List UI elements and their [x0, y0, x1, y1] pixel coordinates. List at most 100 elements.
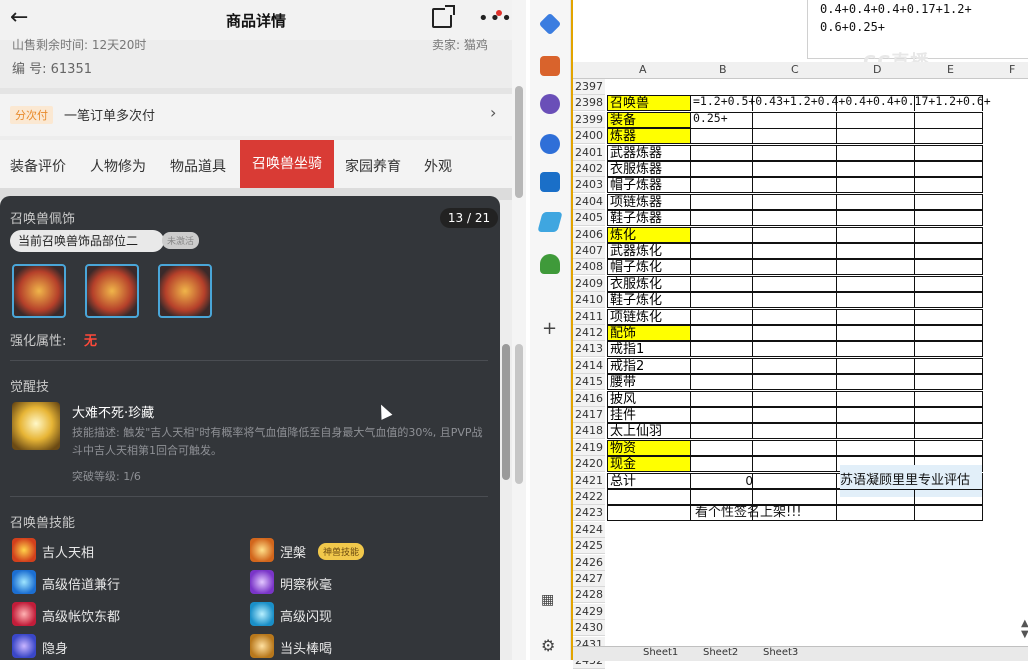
window-scrollbar[interactable]: [512, 0, 526, 660]
cell[interactable]: [753, 177, 837, 194]
cell[interactable]: [753, 423, 837, 440]
cell[interactable]: [837, 423, 915, 440]
cell[interactable]: [837, 226, 915, 243]
cell[interactable]: [837, 325, 915, 341]
cell[interactable]: [753, 374, 837, 391]
toolbox-icon[interactable]: [540, 56, 560, 76]
cell-a[interactable]: 帽子炼化: [607, 259, 691, 276]
cell[interactable]: [837, 275, 915, 292]
cell[interactable]: [837, 177, 915, 194]
cell[interactable]: [915, 177, 983, 194]
cell[interactable]: [915, 374, 983, 391]
cell[interactable]: [837, 292, 915, 309]
cell-a[interactable]: 总计: [607, 472, 691, 489]
add-icon[interactable]: +: [542, 318, 557, 339]
cell[interactable]: [837, 259, 915, 276]
cell-a[interactable]: 炼化: [607, 226, 691, 243]
gear-icon[interactable]: ⚙: [541, 636, 555, 655]
row-number[interactable]: 2416: [573, 390, 605, 407]
tree-icon[interactable]: [540, 254, 560, 274]
cell[interactable]: [837, 489, 915, 505]
sheet-tab[interactable]: Sheet2: [703, 647, 738, 658]
tab-character-cultivation[interactable]: 人物修为: [90, 156, 146, 176]
cell[interactable]: [691, 226, 753, 243]
cell[interactable]: [837, 390, 915, 407]
cell[interactable]: [753, 210, 837, 227]
cell-a[interactable]: 配饰: [607, 325, 691, 341]
share-icon[interactable]: [432, 5, 455, 28]
cell-a[interactable]: 鞋子炼器: [607, 210, 691, 227]
accessory-crown-icon[interactable]: [85, 264, 139, 318]
row-number[interactable]: 2405: [573, 210, 605, 227]
cell[interactable]: [753, 341, 837, 358]
sheet-tab[interactable]: Sheet1: [643, 647, 678, 658]
more-menu-icon[interactable]: •••: [478, 8, 512, 29]
row-number[interactable]: 2420: [573, 456, 605, 473]
skill-insight-icon[interactable]: [250, 570, 274, 594]
cell[interactable]: [915, 390, 983, 407]
cell[interactable]: [691, 210, 753, 227]
column-header[interactable]: E: [947, 63, 954, 76]
row-number[interactable]: 2407: [573, 243, 605, 259]
cell[interactable]: [837, 111, 915, 128]
cell[interactable]: [691, 374, 753, 391]
row-number[interactable]: 2427: [573, 571, 605, 587]
accessory-bell-icon[interactable]: [158, 264, 212, 318]
cell[interactable]: [691, 193, 753, 210]
send-icon[interactable]: [537, 212, 563, 232]
column-header[interactable]: A: [639, 63, 647, 76]
cell[interactable]: [915, 325, 983, 341]
cell[interactable]: [837, 243, 915, 259]
cell[interactable]: [753, 325, 837, 341]
row-number[interactable]: 2417: [573, 407, 605, 423]
cell[interactable]: [753, 390, 837, 407]
accessory-armor-icon[interactable]: [12, 264, 66, 318]
row-number[interactable]: 2402: [573, 161, 605, 177]
row-number[interactable]: 2397: [573, 79, 605, 95]
cell[interactable]: [753, 275, 837, 292]
cell[interactable]: [753, 259, 837, 276]
awaken-skill-icon[interactable]: [12, 402, 60, 450]
cell[interactable]: [837, 439, 915, 456]
tab-summon-mount[interactable]: 召唤兽坐骑: [240, 140, 334, 188]
row-number[interactable]: 2430: [573, 620, 605, 637]
row-number[interactable]: 2404: [573, 193, 605, 210]
row-number[interactable]: 2398: [573, 95, 605, 112]
cell-a[interactable]: 项链炼器: [607, 193, 691, 210]
cell[interactable]: [753, 456, 837, 473]
cell[interactable]: [753, 243, 837, 259]
row-number[interactable]: 2429: [573, 603, 605, 620]
copilot-icon[interactable]: [540, 134, 560, 154]
cell[interactable]: [915, 275, 983, 292]
cell-a[interactable]: [607, 505, 691, 522]
cell-a[interactable]: 装备: [607, 111, 691, 128]
cell[interactable]: [915, 243, 983, 259]
cell[interactable]: [837, 407, 915, 423]
cell[interactable]: [753, 111, 837, 128]
cell[interactable]: [837, 374, 915, 391]
column-header[interactable]: F: [1009, 63, 1015, 76]
row-number[interactable]: 2399: [573, 111, 605, 128]
column-header[interactable]: B: [719, 63, 727, 76]
skill-luck-icon[interactable]: [12, 538, 36, 562]
cell[interactable]: [915, 292, 983, 309]
cell[interactable]: [691, 177, 753, 194]
cell[interactable]: [691, 390, 753, 407]
cell[interactable]: [691, 161, 753, 177]
row-number[interactable]: 2410: [573, 292, 605, 309]
screenshot-icon[interactable]: ▦: [541, 592, 554, 608]
cell[interactable]: [915, 210, 983, 227]
cell[interactable]: [691, 144, 753, 161]
tag-icon[interactable]: [538, 12, 562, 36]
cell[interactable]: [837, 144, 915, 161]
cell[interactable]: [691, 423, 753, 440]
cell[interactable]: [915, 144, 983, 161]
cell-a[interactable]: 鞋子炼化: [607, 292, 691, 309]
cell[interactable]: [753, 472, 837, 489]
cell[interactable]: [691, 259, 753, 276]
chevron-right-icon[interactable]: ›: [490, 103, 496, 122]
cell[interactable]: [837, 341, 915, 358]
cell[interactable]: [691, 357, 753, 374]
people-icon[interactable]: [540, 94, 560, 114]
cell[interactable]: [837, 193, 915, 210]
